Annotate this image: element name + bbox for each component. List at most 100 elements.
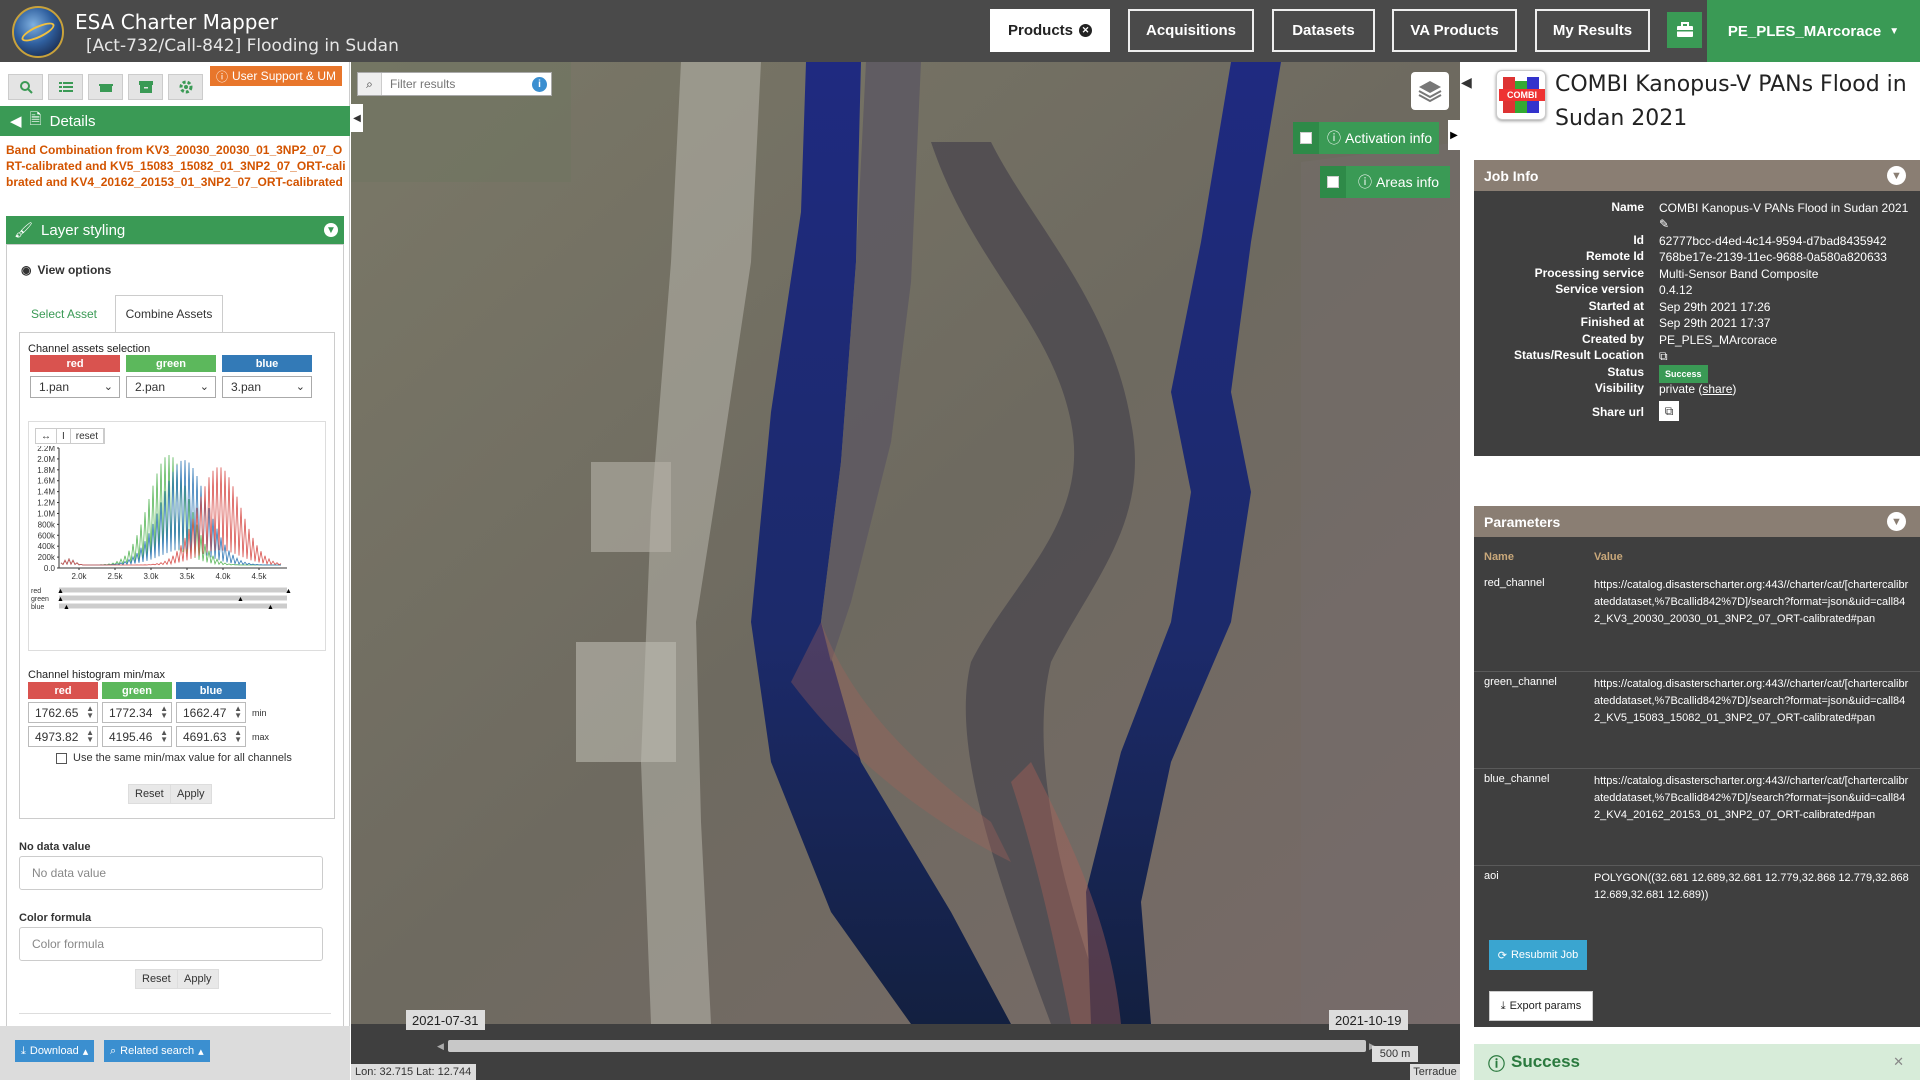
close-circle-icon[interactable]: ✕ [1079,24,1092,37]
info-icon[interactable]: i [532,77,547,92]
chevron-left-icon[interactable]: ◀ [10,112,22,130]
nav-va-products[interactable]: VA Products [1392,9,1517,52]
layer-styling-header[interactable]: 🖌 Layer styling ▼ [6,216,344,244]
same-minmax-label: Use the same min/max value for all chann… [73,752,292,764]
search-icon[interactable]: ⌕ [358,73,382,95]
stepper-icon[interactable]: ▲ ▼ [160,729,168,744]
same-minmax-option[interactable]: Use the same min/max value for all chann… [56,752,292,764]
layer-styling-body: ◉ View options Select Asset Combine Asse… [6,244,344,1080]
resubmit-job-button[interactable]: ⟳ Resubmit Job [1489,940,1587,970]
nav-acquisitions[interactable]: Acquisitions [1128,9,1254,52]
tab-combine-assets[interactable]: Combine Assets [115,295,223,333]
copy-icon[interactable]: ⧉ [1659,401,1679,421]
right-panel: ◀ COMBI COMBI Kanopus-V PANs Flood in Su… [1461,62,1920,1080]
blue-asset-select[interactable]: 3.pan ⌄ [222,376,312,398]
related-search-button[interactable]: ⌕ Related search ▴ [104,1040,210,1062]
collapse-right-panel[interactable]: ▶ [1448,120,1460,150]
caret-up-icon: ▴ [82,1045,89,1058]
histogram-y-tick: 400k [38,542,56,551]
briefcase-icon[interactable] [1667,12,1702,48]
gear-icon[interactable] [168,74,203,100]
chevron-down-icon[interactable]: ▼ [1887,166,1906,185]
timeline-left-handle[interactable]: ◀ [437,1041,444,1052]
blue-asset-value: 3.pan [231,380,262,394]
histogram-reset-button[interactable]: reset [71,429,105,443]
minmax-apply-button[interactable]: Apply [170,784,212,804]
chevron-down-icon[interactable]: ▼ [1887,512,1906,531]
formula-reset-button[interactable]: Reset [135,969,178,989]
stepper-icon[interactable]: ▲ ▼ [160,705,168,720]
stepper-icon[interactable]: ▲ ▼ [234,705,242,720]
pan-icon[interactable]: ↔ [36,429,57,443]
pencil-icon[interactable]: ✎ [1659,217,1669,231]
green-max-input[interactable]: 4195.46 ▲ ▼ [102,726,172,747]
blue-max-input[interactable]: 4691.63 ▲ ▼ [176,726,246,747]
caret-up-icon: ▴ [198,1045,204,1058]
user-support-button[interactable]: ⓘ User Support & UM [210,66,343,86]
layers-button[interactable] [1411,72,1449,110]
share-link[interactable]: share [1702,382,1732,396]
nav-my-results-label: My Results [1552,22,1633,39]
red-max-input[interactable]: 4973.82 ▲ ▼ [28,726,98,747]
activation-info-label: Activation info [1345,130,1433,146]
timeline-range-bar[interactable] [448,1040,1366,1052]
color-formula-input[interactable]: Color formula [19,927,323,961]
green-min-input[interactable]: 1772.34 ▲ ▼ [102,702,172,723]
tab-select-asset[interactable]: Select Asset [19,295,109,333]
nav-my-results[interactable]: My Results [1535,9,1650,52]
filter-results-input[interactable] [382,74,522,94]
list-icon[interactable] [48,74,83,100]
areas-info-checkbox[interactable] [1320,166,1346,198]
green-asset-select[interactable]: 2.pan ⌄ [126,376,216,398]
chevron-right-icon: ▶ [1450,129,1458,141]
histogram-y-tick: 1.4M [37,488,55,497]
search-icon[interactable] [8,74,43,100]
map-view[interactable]: ⌕ i ◀ ⓘ Activation info ▶ ⓘ Areas info 2… [351,62,1460,1080]
details-header[interactable]: ◀ 🗎 Details [0,106,350,136]
info-icon: ⓘ [1327,130,1341,146]
blue-min-value: 1662.47 [183,705,227,720]
nav-products[interactable]: Products ✕ [990,9,1110,52]
satellite-image[interactable] [351,62,1460,1024]
user-menu[interactable]: PE_PLES_MArcorace ▼ [1707,0,1920,62]
select-icon[interactable]: I [57,429,71,443]
color-formula-label: Color formula [19,912,92,924]
chevron-left-icon[interactable]: ◀ [1461,74,1472,91]
areas-info-toggle[interactable]: ⓘ Areas info [1320,166,1450,198]
same-minmax-checkbox[interactable] [56,752,67,764]
job-info-header[interactable]: Job Info ▼ [1474,160,1920,191]
basket-icon[interactable] [88,74,123,100]
nav-datasets[interactable]: Datasets [1272,9,1375,52]
archive-icon[interactable] [128,74,163,100]
minmax-reset-button[interactable]: Reset [128,784,171,804]
no-data-input[interactable]: No data value [19,856,323,890]
red-asset-select[interactable]: 1.pan ⌄ [30,376,120,398]
view-options[interactable]: ◉ View options [21,263,111,277]
external-link-icon[interactable]: ⧉ [1659,349,1668,363]
green-min-value: 1772.34 [109,705,153,720]
info-circle-icon: ⓘ [216,69,229,84]
map-attribution[interactable]: Terradue [1410,1064,1460,1080]
close-icon[interactable]: ✕ [1893,1054,1904,1070]
parameters-header[interactable]: Parameters ▼ [1474,506,1920,537]
red-min-input[interactable]: 1762.65 ▲ ▼ [28,702,98,723]
esa-charter-logo[interactable] [12,6,64,58]
formula-apply-button[interactable]: Apply [177,969,219,989]
job-name-key: Name [1611,200,1644,214]
activation-info-checkbox[interactable] [1293,122,1319,154]
share-url-key: Share url [1591,405,1644,419]
blue-min-input[interactable]: 1662.47 ▲ ▼ [176,702,246,723]
download-button[interactable]: ⤓ Download ▴ [15,1040,95,1062]
info-circle-icon: ⓘ [1488,1054,1505,1074]
export-params-button[interactable]: ⤓ Export params [1489,991,1593,1021]
view-options-label: View options [37,263,112,277]
green-minmax-chip: green [102,682,172,699]
activation-info-toggle[interactable]: ⓘ Activation info [1293,122,1439,154]
stepper-icon[interactable]: ▲ ▼ [86,705,94,720]
stepper-icon[interactable]: ▲ ▼ [86,729,94,744]
divider [19,1013,331,1014]
histogram-chart[interactable]: 2.2M 2.0M 1.8M 1.6M 1.4M 1.2M1.0M 800k 600k 400k… [29,446,327,651]
collapse-left-panel[interactable]: ◀ [351,104,363,132]
chevron-down-icon[interactable]: ▼ [324,223,338,237]
stepper-icon[interactable]: ▲ ▼ [234,729,242,744]
